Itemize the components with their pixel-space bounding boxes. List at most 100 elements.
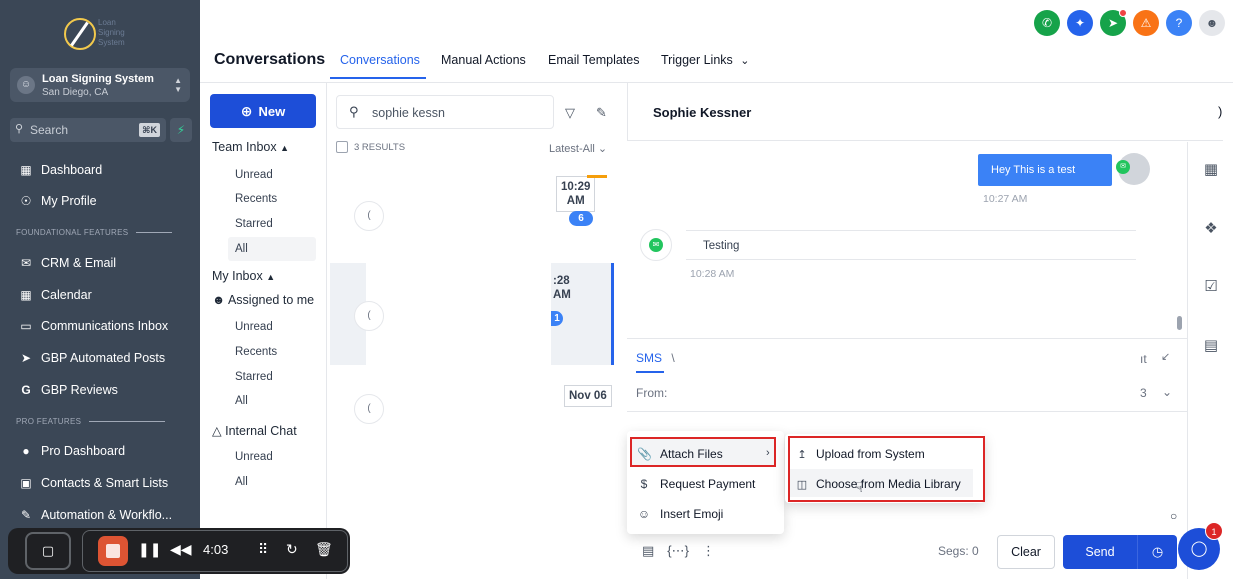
results-count: 3 RESULTS <box>336 141 405 153</box>
conversation-search-input[interactable]: ⚲ sophie kessn <box>336 95 554 129</box>
chevron-right-icon: › <box>766 447 770 459</box>
unread-accent <box>587 175 607 178</box>
sparkle-icon[interactable]: ✦ <box>1067 10 1093 36</box>
collapse-icon[interactable]: ↙ <box>1161 350 1170 363</box>
checkbox-icon[interactable]: ☑ <box>1202 277 1220 295</box>
new-conversation-button[interactable]: ⊕ New <box>210 94 316 128</box>
trash-icon[interactable]: 🗑 <box>315 541 333 558</box>
menu-insert-emoji[interactable]: ☺ Insert Emoji <box>637 504 724 524</box>
sidebar-item-crm-email[interactable]: ✉ CRM & Email <box>18 253 116 273</box>
submenu-upload-from-system[interactable]: ↥ Upload from System <box>795 444 924 464</box>
megaphone-icon[interactable]: ➤ <box>1100 9 1127 36</box>
internal-chat-label: Internal Chat <box>225 424 297 438</box>
page-title: Conversations <box>214 51 326 68</box>
sidebar: Loan Signing System ☺ Loan Signing Syste… <box>0 0 200 579</box>
company-logo[interactable]: Loan Signing System <box>64 14 136 54</box>
filter-icon[interactable]: ▽ <box>565 105 575 121</box>
sidebar-item-label: My Profile <box>41 194 97 208</box>
clear-button[interactable]: Clear <box>997 535 1055 569</box>
internal-chat-unread[interactable]: Unread <box>235 451 273 463</box>
from-divider <box>627 411 1187 412</box>
sidebar-item-my-profile[interactable]: ☉ My Profile <box>18 191 97 211</box>
document-icon[interactable]: ▤ <box>1202 336 1220 354</box>
logo-line-1: Loan <box>98 18 116 27</box>
logo-line-3: System <box>98 38 125 47</box>
workflow-icon[interactable]: ❖ <box>1202 219 1220 237</box>
my-inbox-starred[interactable]: Starred <box>235 371 273 383</box>
sidebar-item-automation[interactable]: ✎ Automation & Workflo... <box>18 505 172 525</box>
chat-widget-button[interactable]: ◯ 1 <box>1178 522 1223 570</box>
more-vertical-icon[interactable]: ⋮ <box>702 543 715 559</box>
row-content-blank <box>366 163 551 265</box>
internal-chat-toggle[interactable]: △ Internal Chat <box>212 423 297 438</box>
tab-email-templates[interactable]: Email Templates <box>548 53 639 67</box>
sidebar-item-label: CRM & Email <box>41 256 117 270</box>
document-icon[interactable]: ▤ <box>642 543 654 559</box>
results-label: 3 RESULTS <box>354 141 406 153</box>
select-all-checkbox[interactable] <box>336 141 348 153</box>
unread-count-badge: 6 <box>569 211 593 226</box>
submenu-media-library[interactable]: ◫ Choose from Media Library <box>795 474 961 494</box>
channel-suffix: \ <box>671 351 675 365</box>
pro-dashboard-icon: ● <box>22 444 30 458</box>
compose-icon[interactable]: ✎ <box>596 105 607 121</box>
sort-dropdown[interactable]: Latest-All ⌄ <box>549 142 607 155</box>
account-switcher[interactable]: ☺ Loan Signing System San Diego, CA ▲ ▼ <box>10 68 190 102</box>
conversation-row-selected[interactable]: ( :28 AM 1 <box>330 263 614 365</box>
sidebar-item-pro-dashboard[interactable]: ● Pro Dashboard <box>18 441 125 461</box>
restart-icon[interactable]: ↻ <box>286 541 298 558</box>
code-braces-icon[interactable]: {⋯} <box>667 543 689 559</box>
contact-name: Sophie Kessner <box>653 105 752 120</box>
sidebar-item-dashboard[interactable]: ▦ Dashboard <box>18 160 102 180</box>
menu-request-payment[interactable]: $ Request Payment <box>637 474 756 494</box>
sidebar-item-gbp-posts[interactable]: ➤ GBP Automated Posts <box>18 348 165 368</box>
team-inbox-starred[interactable]: Starred <box>235 218 273 230</box>
team-inbox-toggle[interactable]: Team Inbox ▲ <box>212 140 289 154</box>
my-inbox-unread[interactable]: Unread <box>235 321 273 333</box>
lock-icon: ○ <box>1170 509 1178 523</box>
chevron-down-icon[interactable]: ⌄ <box>1162 385 1172 399</box>
sidebar-search-placeholder: Search <box>30 123 69 137</box>
tab-conversations[interactable]: Conversations <box>340 53 420 67</box>
quick-action-bolt-icon[interactable]: ⚡ <box>170 118 192 142</box>
stop-recording-button[interactable] <box>98 536 128 566</box>
channel-tab-sms[interactable]: SMS \ <box>636 351 675 365</box>
team-inbox-recents[interactable]: Recents <box>235 193 277 205</box>
assigned-to-me[interactable]: ☻ Assigned to me <box>212 293 314 307</box>
bell-icon[interactable]: ⚠ <box>1133 10 1159 36</box>
sidebar-item-calendar[interactable]: ▦ Calendar <box>18 285 91 305</box>
row-date: Nov 06 <box>564 385 612 407</box>
help-icon[interactable]: ? <box>1166 10 1192 36</box>
sidebar-item-contacts[interactable]: ▣ Contacts & Smart Lists <box>18 473 168 493</box>
sidebar-search[interactable]: ⚲ Search ⌘K <box>10 118 166 142</box>
user-avatar-icon[interactable]: ☻ <box>1199 10 1225 36</box>
internal-chat-all[interactable]: All <box>235 476 248 488</box>
sidebar-item-communications-inbox[interactable]: ▭ Communications Inbox <box>18 316 168 336</box>
tab-trigger-links[interactable]: Trigger Links ⌄ <box>661 53 750 67</box>
tab-manual-actions[interactable]: Manual Actions <box>441 53 526 67</box>
conversation-row[interactable]: ( 10:29 AM 6 <box>330 163 614 265</box>
camera-icon[interactable]: ▢ <box>25 532 71 570</box>
team-inbox-unread[interactable]: Unread <box>235 169 273 181</box>
row-content-blank <box>366 366 551 446</box>
menu-item-label: Insert Emoji <box>660 507 724 521</box>
conversation-row[interactable]: ( Nov 06 <box>330 366 614 446</box>
menu-attach-files[interactable]: 📎 Attach Files <box>637 444 723 464</box>
grid-dots-icon[interactable]: ⠿ <box>258 541 268 558</box>
schedule-clock-icon[interactable]: ◷ <box>1137 535 1177 569</box>
my-inbox-recents[interactable]: Recents <box>235 346 277 358</box>
calendar-icon[interactable]: ▦ <box>1202 160 1220 178</box>
chat-scrollbar[interactable] <box>1177 316 1182 330</box>
sidebar-item-gbp-reviews[interactable]: G GBP Reviews <box>18 380 118 400</box>
new-button-label: New <box>258 103 286 119</box>
grid-icon: ▦ <box>20 163 32 177</box>
my-inbox-toggle[interactable]: My Inbox ▲ <box>212 269 275 283</box>
my-inbox-label: My Inbox <box>212 269 263 283</box>
rewind-icon[interactable]: ◀◀ <box>170 541 192 558</box>
phone-icon[interactable]: ✆ <box>1034 10 1060 36</box>
pause-icon[interactable]: ❚❚ <box>138 541 161 558</box>
send-button[interactable]: Send <box>1063 535 1137 569</box>
my-inbox-all[interactable]: All <box>235 395 248 407</box>
team-inbox-all[interactable]: All <box>235 243 248 255</box>
sidebar-item-label: GBP Automated Posts <box>41 351 166 365</box>
